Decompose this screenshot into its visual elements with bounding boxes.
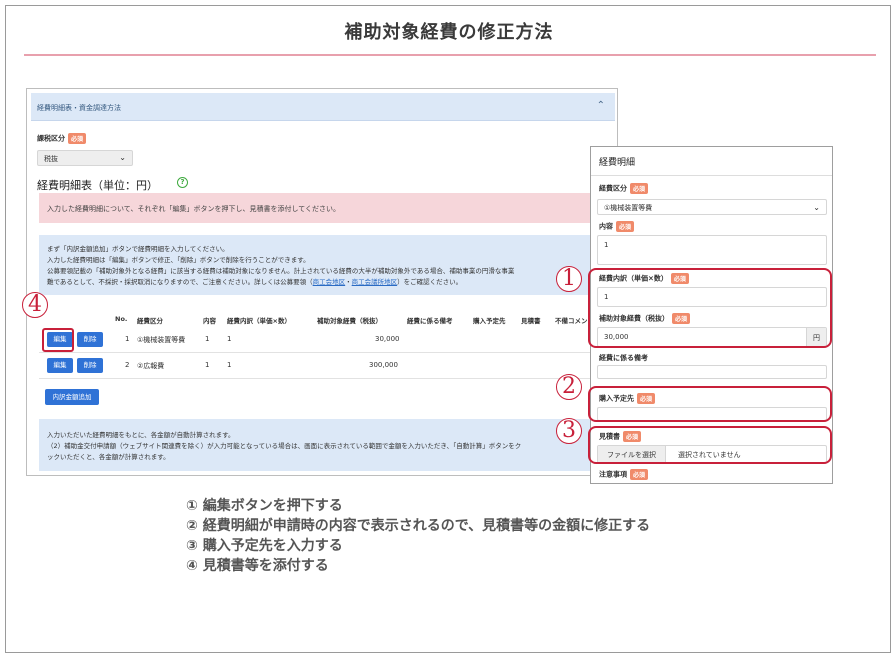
table-row: 編集 削除 2 ②広報費 1 1 300,000 bbox=[39, 353, 615, 379]
delete-button[interactable]: 削除 bbox=[77, 358, 103, 373]
required-badge: 必須 bbox=[630, 469, 649, 480]
info-line: ックいただくと、各金額が計算されます。 bbox=[47, 453, 170, 461]
alert-message: 入力した経費明細について、それぞれ「編集」ボタンを押下し、見積書を添付してくださ… bbox=[39, 193, 615, 223]
step-2: ② 経費明細が申請時の内容で表示されるので、見積書等の金額に修正する bbox=[186, 518, 651, 534]
form-title: 経費明細 bbox=[599, 158, 636, 168]
column-header-content: 内容 bbox=[203, 317, 216, 325]
info-line: 入力した経費明細は「編集」ボタンで修正、「削除」ボタンで削除を行うことができます… bbox=[47, 256, 310, 264]
delete-button[interactable]: 削除 bbox=[77, 332, 103, 347]
remarks-label: 経費に係る備考 bbox=[599, 354, 648, 362]
breakdown-amount-highlight bbox=[588, 268, 832, 348]
column-header-no: No. bbox=[115, 315, 128, 323]
info-line: 公募要領記載の「補助対象外となる経費」に該当する経費は補助対象になりません。計上… bbox=[47, 267, 515, 275]
cell-amount: 300,000 bbox=[369, 361, 398, 369]
cell-breakdown: 1 bbox=[227, 335, 232, 343]
accordion-title: 経費明細表・資金調達方法 bbox=[37, 104, 121, 112]
column-header-amount: 補助対象経費（税抜） bbox=[317, 317, 382, 325]
quote-highlight bbox=[588, 426, 832, 464]
column-header-quote: 見積書 bbox=[521, 317, 541, 325]
alert-text: 入力した経費明細について、それぞれ「編集」ボタンを押下し、見積書を添付してくださ… bbox=[47, 205, 341, 213]
marker-1: 1 bbox=[556, 266, 582, 292]
auto-calc-info: 入力いただいた経費明細をもとに、各金額が自動計算されます。 （2）補助金交付申請… bbox=[39, 419, 615, 471]
tax-select[interactable]: 税抜 ⌄ bbox=[37, 150, 133, 166]
title-divider bbox=[24, 54, 876, 56]
expense-table-screen: 経費明細表・資金調達方法 ⌃ 課税区分 必須 税抜 ⌄ 経費明細表（単位：円） ?… bbox=[26, 88, 618, 476]
vendor-highlight bbox=[588, 386, 832, 422]
content-label: 内容 必須 bbox=[599, 221, 635, 232]
marker-3: 3 bbox=[556, 418, 582, 444]
slide-title: 補助対象経費の修正方法 bbox=[344, 22, 554, 43]
info-line: 入力いただいた経費明細をもとに、各金額が自動計算されます。 bbox=[47, 431, 235, 439]
cell-content: 1 bbox=[205, 335, 210, 343]
table-row: 編集 削除 1 ①機械装置等費 1 1 30,000 bbox=[39, 327, 615, 353]
info-box: まず「内訳金額追加」ボタンで経費明細を入力してください。 入力した経費明細は「編… bbox=[39, 235, 615, 295]
link-shokokaigisho[interactable]: 商工会議所地区 bbox=[352, 278, 398, 286]
marker-4: 4 bbox=[22, 292, 48, 318]
category-select-value: ①機械装置等費 bbox=[604, 204, 653, 212]
step-4: ④ 見積書等を添付する bbox=[186, 558, 329, 574]
chevron-up-icon[interactable]: ⌃ bbox=[597, 100, 605, 111]
cell-category: ②広報費 bbox=[137, 362, 165, 370]
edit-button[interactable]: 編集 bbox=[47, 358, 73, 373]
column-header-vendor: 購入予定先 bbox=[473, 317, 506, 325]
category-select[interactable]: ①機械装置等費 ⌄ bbox=[597, 199, 827, 215]
content-value: 1 bbox=[604, 241, 609, 249]
help-icon[interactable]: ? bbox=[177, 177, 188, 188]
chevron-down-icon: ⌄ bbox=[813, 203, 820, 212]
link-shokokai[interactable]: 商工会地区 bbox=[313, 278, 346, 286]
step-1: ① 編集ボタンを押下する bbox=[186, 498, 343, 514]
cell-breakdown: 1 bbox=[227, 361, 232, 369]
content-textarea[interactable]: 1 bbox=[597, 235, 827, 265]
tax-select-value: 税抜 bbox=[44, 155, 58, 163]
category-label: 経費区分 必須 bbox=[599, 183, 649, 194]
form-divider bbox=[591, 175, 832, 176]
notes-label: 注意事項 必須 bbox=[599, 469, 649, 480]
column-header-remarks: 経費に係る備考 bbox=[407, 317, 453, 325]
step-3: ③ 購入予定先を入力する bbox=[186, 538, 343, 554]
table-heading: 経費明細表（単位：円） bbox=[37, 179, 158, 192]
remarks-input[interactable] bbox=[597, 365, 827, 379]
cell-content: 1 bbox=[205, 361, 210, 369]
info-line: まず「内訳金額追加」ボタンで経費明細を入力してください。 bbox=[47, 245, 229, 253]
cell-no: 2 bbox=[125, 361, 130, 369]
step-list: ① 編集ボタンを押下する ② 経費明細が申請時の内容で表示されるので、見積書等の… bbox=[186, 496, 650, 576]
edit-button-highlight bbox=[42, 328, 74, 352]
required-badge: 必須 bbox=[68, 133, 87, 144]
tax-label: 課税区分 必須 bbox=[37, 133, 87, 144]
column-header-breakdown: 経費内訳（単価×数） bbox=[227, 317, 291, 325]
cell-amount: 30,000 bbox=[375, 335, 400, 343]
marker-2: 2 bbox=[556, 374, 582, 400]
info-line: 難であるとして、不採択・採択取消になりますので、ご注意ください。詳しくは公募要領… bbox=[47, 278, 463, 286]
required-badge: 必須 bbox=[616, 221, 635, 232]
chevron-down-icon: ⌄ bbox=[119, 153, 126, 162]
required-badge: 必須 bbox=[630, 183, 649, 194]
cell-category: ①機械装置等費 bbox=[137, 336, 186, 344]
info-line: （2）補助金交付申請額（ウェブサイト関連費を除く）が入力可能となっている場合は、… bbox=[47, 442, 522, 450]
column-header-category: 経費区分 bbox=[137, 317, 163, 325]
accordion-header[interactable]: 経費明細表・資金調達方法 ⌃ bbox=[31, 93, 615, 121]
add-breakdown-button[interactable]: 内訳金額追加 bbox=[45, 389, 99, 405]
cell-no: 1 bbox=[125, 335, 130, 343]
